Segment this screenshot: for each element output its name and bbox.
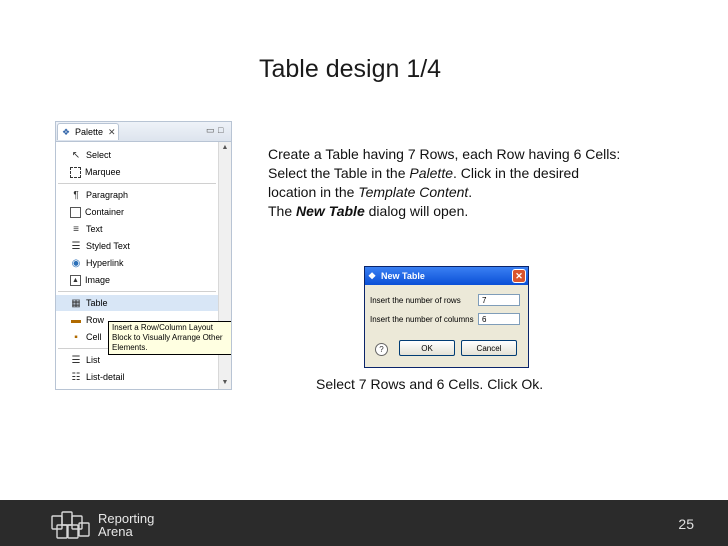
table-tooltip: Insert a Row/Column Layout Block to Visu… <box>108 321 231 355</box>
scroll-down-icon[interactable]: ▼ <box>220 378 230 388</box>
palette-item-list-detail[interactable]: ☷ List-detail <box>56 369 218 385</box>
page-number: 25 <box>678 516 694 532</box>
table-icon: ▦ <box>71 297 81 309</box>
palette-item-hyperlink[interactable]: ◉ Hyperlink <box>56 255 218 271</box>
row-icon: ▬ <box>71 314 81 326</box>
maximize-icon[interactable]: □ <box>218 125 223 135</box>
list-detail-icon: ☷ <box>71 371 81 383</box>
palette-item-marquee[interactable]: Marquee <box>56 164 218 180</box>
minimize-icon[interactable]: ▭ <box>206 125 215 136</box>
brand-name: Reporting Arena <box>98 511 155 539</box>
caption: Select 7 Rows and 6 Cells. Click Ok. <box>316 376 544 392</box>
instruction-line-1: Create a Table having 7 Rows, each Row h… <box>268 146 621 162</box>
palette-tab-label: Palette <box>75 127 104 137</box>
columns-row: Insert the number of columns 6 <box>370 313 520 325</box>
palette-item-table[interactable]: ▦ Table <box>56 295 218 311</box>
scroll-up-icon[interactable]: ▲ <box>220 143 230 153</box>
palette-item-text[interactable]: ≡ Text <box>56 221 218 237</box>
cancel-button[interactable]: Cancel <box>461 340 517 356</box>
footer-bar: Reporting Arena <box>0 500 728 546</box>
ok-button[interactable]: OK <box>399 340 455 356</box>
arrow-cursor-icon: ↖ <box>71 149 81 161</box>
palette-item-container[interactable]: Container <box>56 204 218 220</box>
slide-title: Table design 1/4 <box>259 55 442 83</box>
palette-divider <box>58 291 216 292</box>
pilcrow-icon: ¶ <box>73 189 79 201</box>
columns-input[interactable]: 6 <box>478 313 520 325</box>
text-icon: ≡ <box>73 223 79 235</box>
palette-panel: ❖ Palette ✕ ▭ □ ↖ Select Marquee ¶ Paragra… <box>55 121 232 390</box>
new-table-dialog: ❖ New Table ✕ Insert the number of rows … <box>364 266 529 368</box>
styled-text-icon: ☰ <box>71 240 81 252</box>
instructions-text: Create a Table having 7 Rows, each Row h… <box>268 145 708 221</box>
reporting-arena-logo-icon <box>51 511 90 539</box>
palette-icon: ❖ <box>62 127 71 137</box>
brand-logo: Reporting Arena <box>50 510 154 540</box>
close-icon[interactable]: ✕ <box>108 127 116 138</box>
columns-label: Insert the number of columns <box>370 314 474 324</box>
rows-row: Insert the number of rows 7 <box>370 294 520 306</box>
help-icon[interactable]: ? <box>375 343 388 356</box>
marquee-icon <box>70 166 81 178</box>
close-icon[interactable]: ✕ <box>512 269 526 283</box>
dialog-app-icon: ❖ <box>368 271 377 281</box>
list-icon: ☰ <box>71 354 81 366</box>
palette-item-image[interactable]: ▲ Image <box>56 272 218 288</box>
palette-item-styled-text[interactable]: ☰ Styled Text <box>56 238 218 254</box>
rows-input[interactable]: 7 <box>478 294 520 306</box>
dialog-title: New Table <box>381 271 425 281</box>
palette-item-select[interactable]: ↖ Select <box>56 147 218 163</box>
palette-item-paragraph[interactable]: ¶ Paragraph <box>56 187 218 203</box>
instruction-line-3: location in the Template Content. <box>268 184 473 200</box>
palette-tab-bar: ❖ Palette ✕ ▭ □ <box>56 122 231 142</box>
rows-label: Insert the number of rows <box>370 295 461 305</box>
cell-icon: ▪ <box>74 331 78 343</box>
globe-link-icon: ◉ <box>71 257 81 269</box>
palette-divider <box>58 183 216 184</box>
instruction-line-2: Select the Table in the Palette. Click i… <box>268 165 580 181</box>
image-icon: ▲ <box>70 274 81 286</box>
dialog-title-bar: ❖ New Table ✕ <box>365 267 528 285</box>
instruction-line-4: The New Table dialog will open. <box>268 203 469 219</box>
container-icon <box>70 206 81 218</box>
palette-tab[interactable]: ❖ Palette ✕ <box>57 123 119 140</box>
